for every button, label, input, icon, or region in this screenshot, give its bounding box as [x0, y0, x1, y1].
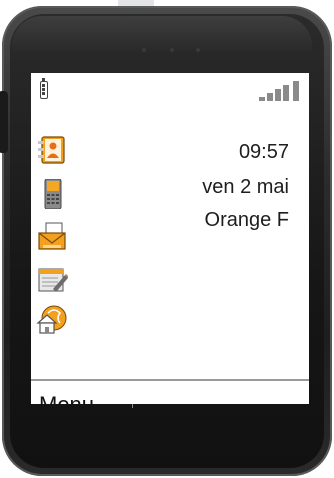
home-network-icon[interactable]	[36, 305, 68, 335]
menu-softkey[interactable]: Menu	[39, 392, 94, 404]
message-icon[interactable]	[36, 221, 68, 251]
operator-name: Orange F	[204, 209, 289, 231]
sensor-dot	[142, 48, 146, 52]
clock-time: 09:57	[238, 141, 289, 163]
contacts-icon[interactable]	[36, 135, 68, 165]
date-text: ven 2 mai	[202, 176, 289, 198]
phone-icon[interactable]	[36, 178, 68, 210]
signal-strength-icon	[259, 81, 303, 101]
sensor-dot	[170, 48, 174, 52]
sensor-dot	[196, 48, 200, 52]
side-button[interactable]	[0, 91, 8, 153]
organizer-icon[interactable]	[36, 265, 69, 295]
bezel-sheen	[12, 16, 312, 54]
phone-screen: 09:57 ven 2 mai Orange F Menu	[31, 73, 309, 404]
battery-icon	[40, 78, 48, 99]
screen-edge-mark	[132, 404, 133, 408]
